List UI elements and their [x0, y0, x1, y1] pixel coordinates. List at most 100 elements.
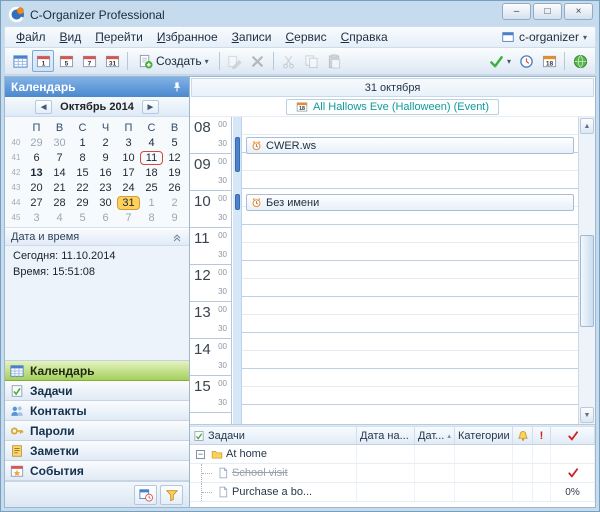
- calendar-day[interactable]: 6: [94, 211, 117, 225]
- next-month-button[interactable]: ▶: [142, 100, 159, 114]
- week-view-button[interactable]: 7: [78, 50, 100, 72]
- month-view-button[interactable]: 31: [101, 50, 123, 72]
- time-slot[interactable]: [233, 333, 578, 351]
- time-slot[interactable]: [233, 315, 578, 333]
- calendar-day[interactable]: 5: [163, 136, 186, 150]
- calendar-day[interactable]: 27: [25, 196, 48, 210]
- calendar-day[interactable]: 25: [140, 181, 163, 195]
- prev-month-button[interactable]: ◀: [35, 100, 52, 114]
- time-slot[interactable]: [233, 261, 578, 279]
- tasks-column-header[interactable]: !: [533, 427, 551, 444]
- delete-button[interactable]: [247, 50, 269, 72]
- scroll-up-button[interactable]: ▲: [580, 118, 594, 134]
- calendar-day[interactable]: 19: [163, 166, 186, 180]
- tasks-column-header[interactable]: [513, 427, 533, 444]
- menu-item[interactable]: Избранное: [150, 27, 225, 47]
- calendar-day[interactable]: 12: [163, 151, 186, 165]
- c-organizer-menu[interactable]: c-organizer ▾: [501, 30, 591, 44]
- calendar-day[interactable]: 14: [48, 166, 71, 180]
- calendar-day[interactable]: 21: [48, 181, 71, 195]
- maximize-button[interactable]: □: [533, 3, 562, 20]
- tasks-column-header[interactable]: Дата на...: [357, 427, 415, 444]
- calendar-day[interactable]: 17: [117, 166, 140, 180]
- menu-item[interactable]: Перейти: [88, 27, 150, 47]
- calendar-day[interactable]: 30: [48, 136, 71, 150]
- event-item[interactable]: Без имени: [246, 194, 574, 211]
- time-slot[interactable]: [233, 351, 578, 369]
- sidebar-item-contacts[interactable]: Контакты: [5, 401, 189, 421]
- time-slot[interactable]: [233, 153, 578, 171]
- time-slot[interactable]: [233, 225, 578, 243]
- sidebar-item-passwords[interactable]: Пароли: [5, 421, 189, 441]
- menu-item[interactable]: Сервис: [278, 27, 333, 47]
- time-slot[interactable]: [233, 117, 578, 135]
- sidebar-item-notes[interactable]: Заметки: [5, 441, 189, 461]
- calendar-day[interactable]: 1: [140, 196, 163, 210]
- menu-item[interactable]: Файл: [9, 27, 53, 47]
- calendar-day[interactable]: 5: [71, 211, 94, 225]
- sidebar-item-calendar[interactable]: Календарь: [5, 361, 189, 381]
- calendar-day[interactable]: 1: [71, 136, 94, 150]
- calendar-day[interactable]: 20: [25, 181, 48, 195]
- expander-icon[interactable]: −: [196, 450, 205, 459]
- calendar-day[interactable]: 16: [94, 166, 117, 180]
- menu-item[interactable]: Вид: [53, 27, 89, 47]
- calendar-day[interactable]: 15: [71, 166, 94, 180]
- calendar-views-button[interactable]: [9, 50, 31, 72]
- create-button[interactable]: Создать ▾: [132, 50, 215, 72]
- calendar-day[interactable]: 24: [117, 181, 140, 195]
- workweek-view-button[interactable]: 5: [55, 50, 77, 72]
- calendar-day[interactable]: 9: [163, 211, 186, 225]
- calendar-day[interactable]: 13: [25, 166, 48, 180]
- calendar-day[interactable]: 29: [25, 136, 48, 150]
- show-completed-button[interactable]: ▾: [486, 50, 514, 72]
- calendar-options-button[interactable]: [134, 485, 157, 505]
- calendar-day[interactable]: 9: [94, 151, 117, 165]
- scroll-down-button[interactable]: ▼: [580, 407, 594, 423]
- calendar-day[interactable]: 10: [117, 151, 140, 165]
- calendar-day[interactable]: 31: [117, 196, 140, 210]
- tasks-column-header[interactable]: Дат...▴: [415, 427, 455, 444]
- task-row[interactable]: Purchase a bo...0%: [190, 483, 595, 502]
- menu-item[interactable]: Справка: [334, 27, 395, 47]
- tasks-title-cell[interactable]: Задачи: [190, 427, 357, 444]
- datetime-section-header[interactable]: Дата и время: [5, 228, 189, 246]
- tasks-column-header[interactable]: Категории: [455, 427, 513, 444]
- menu-item[interactable]: Записи: [225, 27, 279, 47]
- calendar-day[interactable]: 29: [71, 196, 94, 210]
- edit-button[interactable]: [224, 50, 246, 72]
- calendar-day[interactable]: 2: [94, 136, 117, 150]
- task-row[interactable]: School visit: [190, 464, 595, 483]
- minimize-button[interactable]: –: [502, 3, 531, 20]
- cut-button[interactable]: [278, 50, 300, 72]
- calendar-day[interactable]: 18: [140, 166, 163, 180]
- time-slot[interactable]: [233, 171, 578, 189]
- calendar-day[interactable]: 2: [163, 196, 186, 210]
- calendar-day[interactable]: 6: [25, 151, 48, 165]
- calendar-day[interactable]: 22: [71, 181, 94, 195]
- holidays-button[interactable]: [569, 50, 591, 72]
- alarms-button[interactable]: [515, 50, 537, 72]
- go-to-date-button[interactable]: 18: [538, 50, 560, 72]
- task-row[interactable]: −At home: [190, 445, 595, 464]
- copy-button[interactable]: [301, 50, 323, 72]
- calendar-day[interactable]: 3: [25, 211, 48, 225]
- vertical-scrollbar[interactable]: ▲ ▼: [578, 117, 595, 424]
- sidebar-item-events[interactable]: События: [5, 461, 189, 481]
- time-slot[interactable]: [233, 369, 578, 387]
- time-slot[interactable]: [233, 279, 578, 297]
- calendar-day[interactable]: 8: [140, 211, 163, 225]
- time-slot[interactable]: [233, 387, 578, 405]
- calendar-day[interactable]: 28: [48, 196, 71, 210]
- event-item[interactable]: CWER.ws: [246, 137, 574, 154]
- calendar-day[interactable]: 3: [117, 136, 140, 150]
- sidebar-item-tasks[interactable]: Задачи: [5, 381, 189, 401]
- calendar-day[interactable]: 7: [48, 151, 71, 165]
- calendar-day[interactable]: 26: [163, 181, 186, 195]
- tasks-column-header[interactable]: [551, 427, 595, 444]
- calendar-day[interactable]: 8: [71, 151, 94, 165]
- day-view-button[interactable]: 1: [32, 50, 54, 72]
- time-slot[interactable]: [233, 297, 578, 315]
- paste-button[interactable]: [324, 50, 346, 72]
- calendar-day[interactable]: 23: [94, 181, 117, 195]
